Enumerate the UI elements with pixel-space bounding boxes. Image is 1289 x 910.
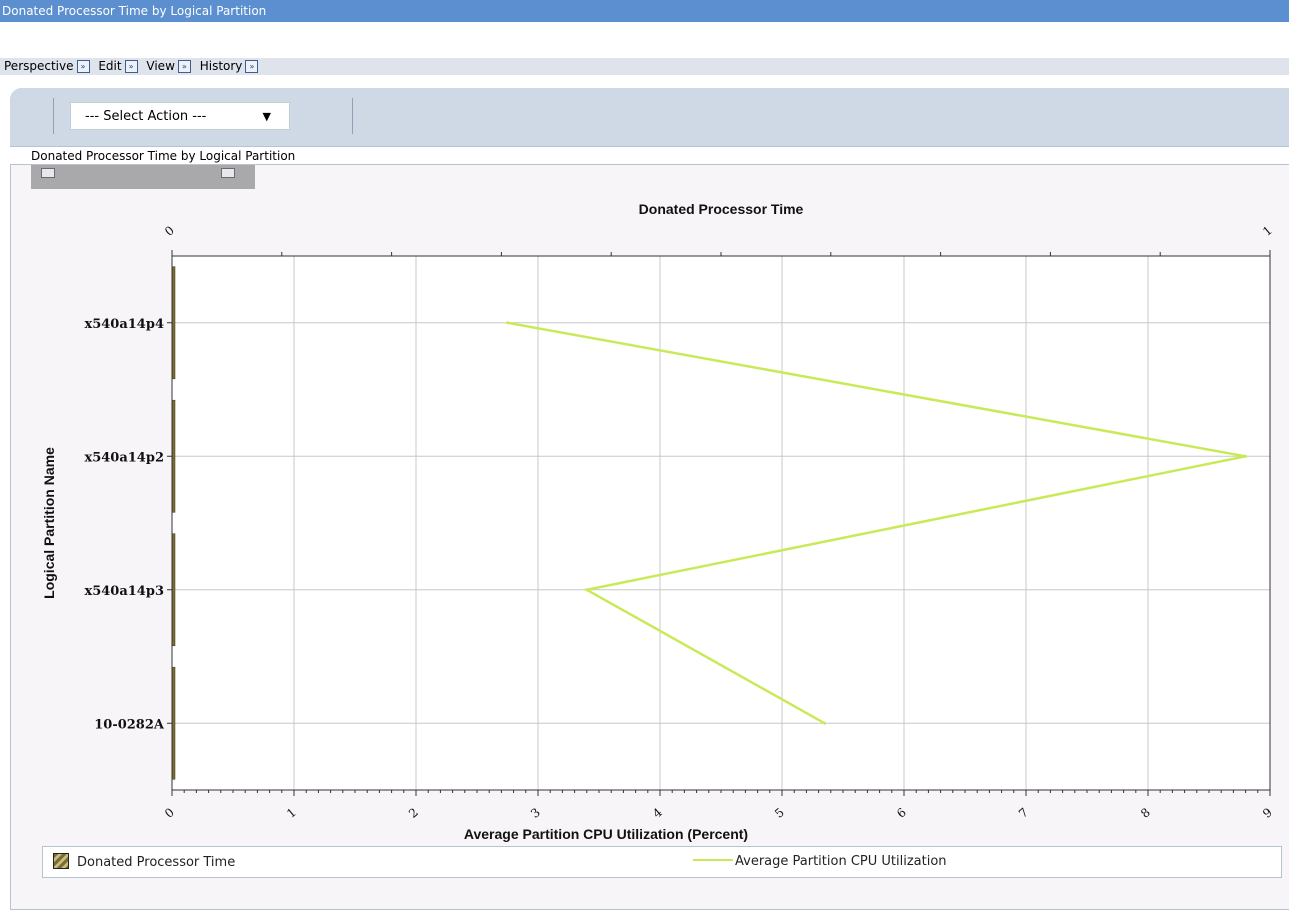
x-axis-label: Average Partition CPU Utilization (Perce… [464, 826, 748, 842]
chart-grid [171, 256, 1271, 790]
top-tick-label: 1 [1260, 223, 1275, 239]
cpu-point [506, 321, 509, 325]
x-tick-label: 7 [1016, 805, 1031, 821]
x-tick-label: 9 [1260, 805, 1275, 821]
legend-label-donated: Donated Processor Time [77, 855, 236, 870]
x-tick-label: 6 [894, 805, 909, 821]
category-label: 10-0282A [94, 717, 165, 732]
cpu-point [823, 721, 827, 725]
x-tick-label: 8 [1138, 805, 1153, 821]
x-tick-label: 1 [284, 805, 299, 821]
x-tick-label: 2 [406, 805, 421, 821]
chart: 0 1 2 3 4 5 6 7 8 9 0 1 x540a14p4 x540a14p2 x540a14p3 1… [41, 201, 1275, 842]
category-label: x540a14p2 [84, 450, 164, 465]
top-tick-label: 0 [162, 223, 177, 239]
cpu-point [1244, 454, 1248, 458]
legend-item-cpu: Average Partition CPU Utilization [693, 853, 947, 871]
chart-legend: Donated Processor Time Average Partition… [42, 846, 1282, 878]
y-axis-label: Logical Partition Name [41, 447, 57, 599]
chart-title: Donated Processor Time [639, 201, 804, 217]
plot-area [172, 256, 1270, 790]
category-label: x540a14p4 [84, 317, 164, 332]
legend-label-cpu: Average Partition CPU Utilization [735, 854, 947, 869]
cpu-point [585, 588, 589, 592]
legend-item-donated: Donated Processor Time [53, 853, 235, 872]
x-tick-label: 3 [528, 805, 543, 821]
x-tick-label: 4 [650, 805, 665, 821]
legend-swatch-cpu [693, 859, 733, 861]
x-tick-label: 0 [162, 805, 177, 821]
x-tick-label: 5 [772, 805, 787, 821]
legend-swatch-donated [53, 853, 69, 869]
category-label: x540a14p3 [84, 584, 164, 599]
